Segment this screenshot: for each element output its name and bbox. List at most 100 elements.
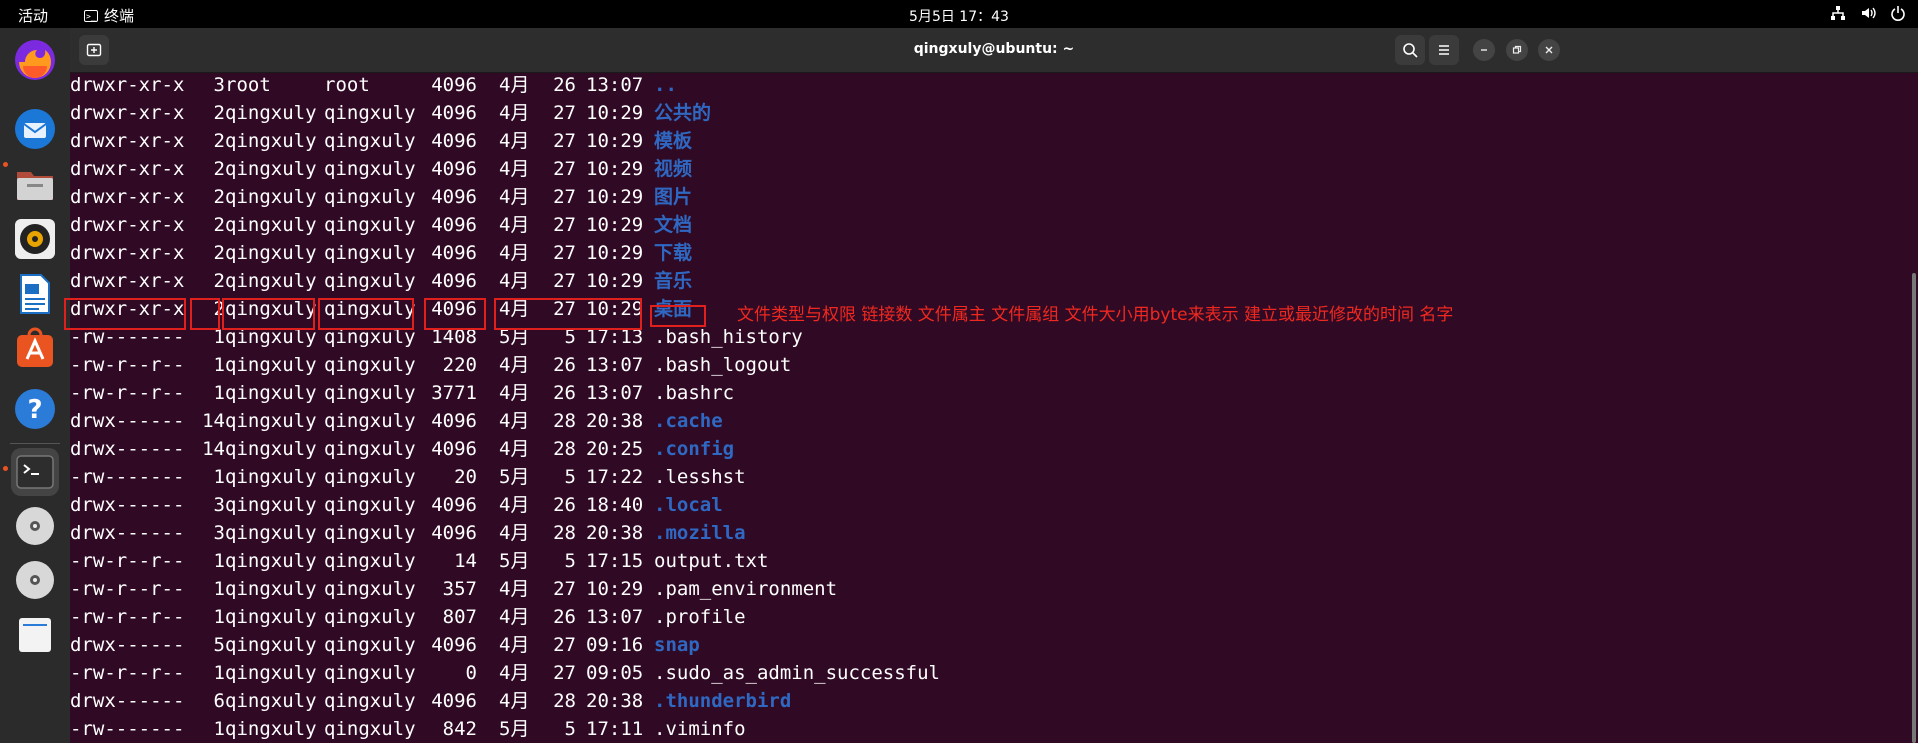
- close-button[interactable]: [1538, 39, 1560, 61]
- cell-time: 13:07: [586, 354, 644, 376]
- cell-time: 10:29: [586, 186, 644, 208]
- terminal-line: drwx------ 3 qingxuly qingxuly 4096 4月 28 20:38…: [70, 519, 1910, 547]
- cell-owner: qingxuly: [225, 102, 317, 124]
- rhythmbox-icon[interactable]: [11, 215, 59, 263]
- cell-name: 图片: [654, 186, 693, 208]
- cell-day: 27: [553, 102, 576, 124]
- cell-day: 26: [553, 354, 576, 376]
- cell-day: 27: [553, 662, 576, 684]
- cell-links: 1: [213, 662, 225, 684]
- cell-month: 4月: [499, 74, 530, 96]
- cell-name: 音乐: [654, 270, 693, 292]
- app-center-icon[interactable]: [11, 325, 59, 373]
- cell-time: 17:22: [586, 466, 644, 488]
- cell-name: 公共的: [654, 102, 712, 124]
- disc-icon-2[interactable]: [11, 556, 59, 604]
- cell-day: 5: [564, 550, 576, 572]
- cell-time: 10:29: [586, 578, 644, 600]
- cell-group: qingxuly: [324, 158, 416, 180]
- cell-size: 4096: [431, 438, 477, 460]
- cell-name: .mozilla: [654, 522, 746, 544]
- cell-group: qingxuly: [324, 718, 416, 740]
- search-button[interactable]: [1395, 35, 1425, 65]
- cell-links: 2: [213, 186, 225, 208]
- help-icon[interactable]: ?: [11, 385, 59, 433]
- disc-icon-1[interactable]: [11, 502, 59, 550]
- highlight-box-links: [190, 298, 220, 330]
- system-tray[interactable]: [1830, 5, 1906, 21]
- cell-perm: drwxr-xr-x: [70, 74, 185, 96]
- cell-group: qingxuly: [324, 438, 416, 460]
- cell-month: 4月: [499, 494, 530, 516]
- network-icon[interactable]: [1830, 5, 1846, 21]
- terminal-output[interactable]: drwxr-xr-x 3 root root 4096 4月 26 13:07.. drwxr-…: [70, 73, 1910, 743]
- cell-name: .pam_environment: [654, 578, 838, 600]
- minimize-icon: [1481, 49, 1487, 51]
- clock[interactable]: 5月5日 17：43: [0, 6, 1918, 26]
- cell-name: 下载: [654, 242, 693, 264]
- cell-perm: -rw-r--r--: [70, 578, 185, 600]
- cell-group: qingxuly: [324, 494, 416, 516]
- cell-perm: drwx------: [70, 494, 185, 516]
- cell-size: 4096: [431, 270, 477, 292]
- terminal-line: -rw-r--r-- 1 qingxuly qingxuly 3771 4月 26 13:07…: [70, 379, 1910, 407]
- cell-group: qingxuly: [324, 522, 416, 544]
- cell-group: qingxuly: [324, 410, 416, 432]
- firefox-icon[interactable]: [11, 36, 59, 84]
- maximize-button[interactable]: [1506, 39, 1528, 61]
- cell-perm: drwxr-xr-x: [70, 158, 185, 180]
- cell-size: 4096: [431, 690, 477, 712]
- cell-group: qingxuly: [324, 242, 416, 264]
- cell-name: .config: [654, 438, 735, 460]
- cell-month: 4月: [499, 186, 530, 208]
- cell-time: 10:29: [586, 158, 644, 180]
- cell-owner: qingxuly: [225, 186, 317, 208]
- cell-month: 4月: [499, 522, 530, 544]
- cell-group: qingxuly: [324, 186, 416, 208]
- power-icon[interactable]: [1890, 5, 1906, 21]
- writer-icon[interactable]: [11, 270, 59, 318]
- cell-perm: drwxr-xr-x: [70, 130, 185, 152]
- cell-name: .profile: [654, 606, 746, 628]
- cell-name: .bash_logout: [654, 354, 792, 376]
- cell-owner: qingxuly: [225, 242, 317, 264]
- cell-day: 26: [553, 606, 576, 628]
- cell-group: qingxuly: [324, 270, 416, 292]
- cell-links: 2: [213, 214, 225, 236]
- cell-group: qingxuly: [324, 578, 416, 600]
- cell-month: 4月: [499, 578, 530, 600]
- cell-time: 20:38: [586, 410, 644, 432]
- terminal-line: drwx------ 5 qingxuly qingxuly 4096 4月 27 09:16…: [70, 631, 1910, 659]
- cell-time: 10:29: [586, 214, 644, 236]
- scrollbar[interactable]: [1912, 273, 1916, 743]
- volume-icon[interactable]: [1860, 5, 1876, 21]
- highlight-box-group: [318, 298, 414, 330]
- thunderbird-icon[interactable]: [11, 105, 59, 153]
- cell-name: .bashrc: [654, 382, 735, 404]
- terminal-line: -rw-r--r-- 1 qingxuly qingxuly 807 4月 26 13:07.…: [70, 603, 1910, 631]
- cell-owner: qingxuly: [225, 522, 317, 544]
- cell-name: snap: [654, 634, 700, 656]
- cell-month: 4月: [499, 354, 530, 376]
- cell-day: 27: [553, 130, 576, 152]
- highlight-box-time: [494, 298, 642, 330]
- cell-size: 4096: [431, 74, 477, 96]
- cell-links: 3: [213, 522, 225, 544]
- cell-links: 14: [202, 410, 225, 432]
- files-icon[interactable]: [11, 160, 59, 208]
- minimize-button[interactable]: [1473, 39, 1495, 61]
- terminal-line: -rw-r--r-- 1 qingxuly qingxuly 0 4月 27 09:05 .su…: [70, 659, 1910, 687]
- cell-time: 20:38: [586, 522, 644, 544]
- cell-time: 13:07: [586, 606, 644, 628]
- cell-group: qingxuly: [324, 690, 416, 712]
- cell-name: .local: [654, 494, 723, 516]
- cell-perm: drwx------: [70, 634, 185, 656]
- terminal-dock-icon[interactable]: [11, 448, 59, 496]
- cell-month: 5月: [499, 718, 530, 740]
- cell-perm: drwx------: [70, 410, 185, 432]
- cell-links: 5: [213, 634, 225, 656]
- cell-group: qingxuly: [324, 550, 416, 572]
- text-editor-icon[interactable]: [11, 608, 59, 656]
- menu-button[interactable]: [1429, 35, 1459, 65]
- cell-month: 5月: [499, 550, 530, 572]
